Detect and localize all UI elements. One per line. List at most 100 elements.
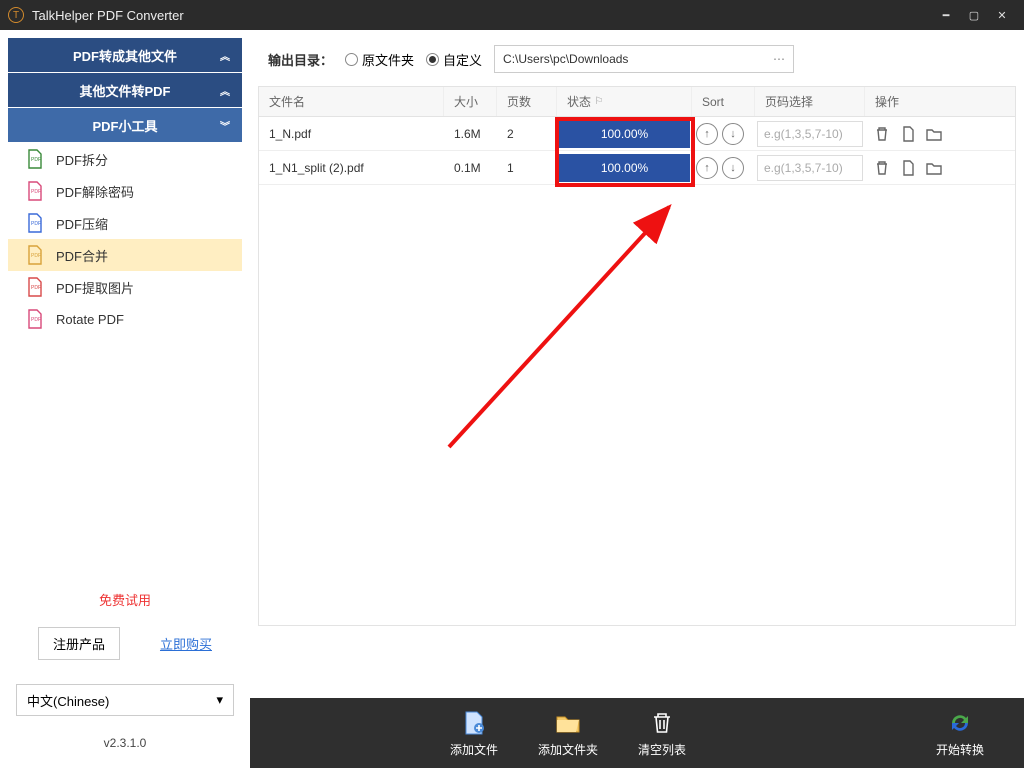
nav-section-other-to-pdf[interactable]: 其他文件转PDF ︽ [8, 73, 242, 107]
chevron-up-icon: ︽ [220, 48, 230, 63]
button-label: 添加文件 [450, 741, 498, 758]
col-ops[interactable]: 操作 [865, 87, 1015, 116]
table-row[interactable]: 1_N.pdf 1.6M 2 100.00% ↑ ↓ e.g(1,3,5,7-1… [259, 117, 1015, 151]
output-path-input[interactable]: C:\Users\pc\Downloads ⋯ [494, 45, 794, 73]
maximize-button[interactable]: ▢ [960, 0, 988, 30]
radio-icon [345, 53, 358, 66]
file-icon: PDF [26, 181, 44, 201]
nav-item-extract-images[interactable]: PDF PDF提取图片 [8, 271, 242, 303]
chevron-down-icon: ︾ [220, 118, 230, 133]
register-button[interactable]: 注册产品 [38, 627, 120, 660]
button-label: 清空列表 [638, 741, 686, 758]
version-label: v2.3.1.0 [8, 736, 242, 750]
file-icon: PDF [26, 309, 44, 329]
buy-now-link[interactable]: 立即购买 [160, 634, 212, 653]
main-panel: 输出目录： 原文件夹 自定义 C:\Users\pc\Downloads ⋯ 文… [250, 30, 1024, 768]
col-sort[interactable]: Sort [692, 87, 755, 116]
add-file-button[interactable]: 添加文件 [450, 709, 498, 758]
folder-icon[interactable] [925, 159, 943, 177]
cell-size: 0.1M [444, 161, 497, 175]
move-up-button[interactable]: ↑ [696, 157, 718, 179]
nav-item-label: PDF提取图片 [56, 278, 134, 297]
nav-section-label: PDF转成其他文件 [73, 46, 177, 65]
progress-bar: 100.00% [559, 154, 690, 182]
svg-text:PDF: PDF [31, 189, 41, 195]
nav-item-compress[interactable]: PDF PDF压缩 [8, 207, 242, 239]
button-label: 添加文件夹 [538, 741, 598, 758]
col-range[interactable]: 页码选择 [755, 87, 865, 116]
start-convert-button[interactable]: 开始转换 [936, 709, 984, 758]
file-icon: PDF [26, 149, 44, 169]
trial-label: 免费试用 [8, 590, 242, 609]
window-title: TalkHelper PDF Converter [32, 8, 932, 23]
page-range-input[interactable]: e.g(1,3,5,7-10) [757, 155, 863, 181]
radio-label: 自定义 [443, 50, 482, 69]
delete-icon[interactable] [873, 125, 891, 143]
nav-section-label: 其他文件转PDF [79, 81, 170, 100]
filter-icon: ⚐ [594, 96, 603, 107]
nav-section-pdf-to-other[interactable]: PDF转成其他文件 ︽ [8, 38, 242, 72]
delete-icon[interactable] [873, 159, 891, 177]
col-size[interactable]: 大小 [444, 87, 497, 116]
nav-item-label: PDF合并 [56, 246, 108, 265]
language-select[interactable]: 中文(Chinese) ▾ [16, 684, 234, 716]
file-icon[interactable] [899, 159, 917, 177]
file-icon: PDF [26, 213, 44, 233]
sidebar: PDF转成其他文件 ︽ 其他文件转PDF ︽ PDF小工具 ︾ PDF PDF拆… [0, 30, 250, 768]
folder-icon[interactable] [925, 125, 943, 143]
file-table: 文件名 大小 页数 状态 ⚐ Sort 页码选择 操作 1_N.pdf 1.6M… [258, 86, 1016, 626]
add-folder-button[interactable]: 添加文件夹 [538, 709, 598, 758]
annotation-arrow-icon [409, 187, 709, 487]
nav-item-unlock[interactable]: PDF PDF解除密码 [8, 175, 242, 207]
nav-item-merge[interactable]: PDF PDF合并 [8, 239, 242, 271]
svg-text:PDF: PDF [31, 285, 41, 291]
clear-list-button[interactable]: 清空列表 [638, 709, 686, 758]
cell-pages: 1 [497, 161, 557, 175]
output-bar: 输出目录： 原文件夹 自定义 C:\Users\pc\Downloads ⋯ [258, 38, 1016, 80]
nav-item-label: PDF压缩 [56, 214, 108, 233]
dropdown-icon: ▾ [216, 692, 223, 708]
move-up-button[interactable]: ↑ [696, 123, 718, 145]
trash-icon [648, 709, 676, 737]
move-down-button[interactable]: ↓ [722, 157, 744, 179]
file-icon[interactable] [899, 125, 917, 143]
radio-custom-folder[interactable]: 自定义 [426, 50, 482, 69]
svg-text:PDF: PDF [31, 317, 41, 323]
radio-icon [426, 53, 439, 66]
nav-item-label: Rotate PDF [56, 312, 124, 327]
move-down-button[interactable]: ↓ [722, 123, 744, 145]
cell-filename: 1_N.pdf [259, 127, 444, 141]
add-folder-icon [554, 709, 582, 737]
nav-item-split[interactable]: PDF PDF拆分 [8, 143, 242, 175]
col-pages[interactable]: 页数 [497, 87, 557, 116]
minimize-button[interactable]: ━ [932, 0, 960, 30]
file-icon: PDF [26, 245, 44, 265]
svg-text:PDF: PDF [31, 157, 41, 163]
refresh-icon [946, 709, 974, 737]
progress-bar: 100.00% [559, 120, 690, 148]
radio-original-folder[interactable]: 原文件夹 [345, 50, 414, 69]
close-button[interactable]: ✕ [988, 0, 1016, 30]
page-range-input[interactable]: e.g(1,3,5,7-10) [757, 121, 863, 147]
svg-text:PDF: PDF [31, 253, 41, 259]
output-label: 输出目录： [268, 50, 333, 69]
cell-status: 100.00% [557, 118, 692, 150]
cell-pages: 2 [497, 127, 557, 141]
browse-icon[interactable]: ⋯ [773, 52, 785, 66]
cell-status: 100.00% [557, 152, 692, 184]
table-row[interactable]: 1_N1_split (2).pdf 0.1M 1 100.00% ↑ ↓ e.… [259, 151, 1015, 185]
nav-item-label: PDF解除密码 [56, 182, 134, 201]
cell-filename: 1_N1_split (2).pdf [259, 161, 444, 175]
nav-section-label: PDF小工具 [92, 116, 157, 135]
language-value: 中文(Chinese) [27, 691, 109, 710]
title-bar: T TalkHelper PDF Converter ━ ▢ ✕ [0, 0, 1024, 30]
nav-item-rotate[interactable]: PDF Rotate PDF [8, 303, 242, 335]
nav-item-label: PDF拆分 [56, 150, 108, 169]
button-label: 开始转换 [936, 741, 984, 758]
bottom-toolbar: 添加文件 添加文件夹 清空列表 开始转换 [250, 698, 1024, 768]
nav-section-pdf-tools[interactable]: PDF小工具 ︾ [8, 108, 242, 142]
table-header: 文件名 大小 页数 状态 ⚐ Sort 页码选择 操作 [259, 87, 1015, 117]
col-status[interactable]: 状态 ⚐ [557, 87, 692, 116]
col-filename[interactable]: 文件名 [259, 87, 444, 116]
radio-label: 原文件夹 [362, 50, 414, 69]
